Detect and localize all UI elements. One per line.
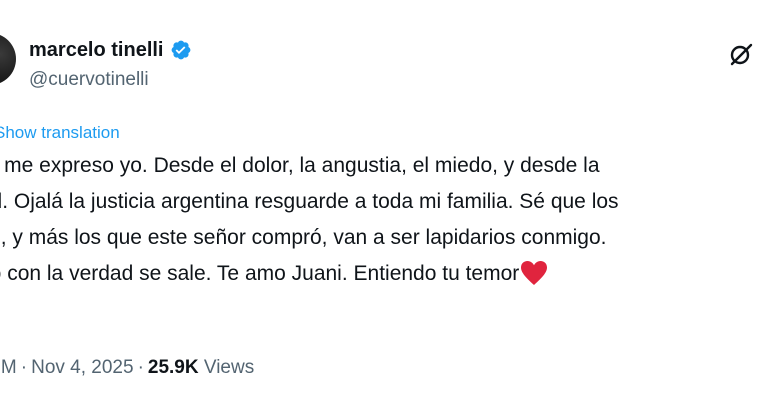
tweet-text-line: medios, y más los que este señor compró,… [0, 226, 607, 249]
grok-icon[interactable] [728, 41, 754, 67]
meta-separator: · [137, 357, 144, 378]
verified-badge-icon[interactable] [170, 39, 192, 61]
views-count: 25.9K [147, 357, 199, 378]
author-name-row: marcelo tinelli [29, 37, 192, 63]
tweet-text: Hoy me expreso yo. Desde el dolor, la an… [0, 152, 768, 302]
tweet-time[interactable]: 7:45 PM [0, 357, 17, 378]
author-display-name[interactable]: marcelo tinelli [29, 37, 164, 63]
tweet-text-line: Pero con la verdad se sale. Te amo Juani… [0, 260, 548, 288]
tweet-meta: 7:45 PM·Nov 4, 2025·25.9K Views [0, 356, 255, 380]
tweet-text-line: Hoy me expreso yo. Desde el dolor, la an… [0, 154, 600, 177]
red-heart-icon [520, 260, 548, 286]
show-translation-link[interactable]: Show translation [0, 122, 120, 144]
meta-separator: · [20, 357, 28, 378]
tweet-text-line: verdad. Ojalá la justicia argentina resg… [0, 190, 619, 213]
tweet-card: marcelo tinelli @cuervotinelli Show tran… [0, 0, 768, 400]
author-handle[interactable]: @cuervotinelli [29, 68, 149, 92]
views-label: Views [203, 357, 255, 378]
avatar[interactable] [0, 33, 16, 85]
tweet-date[interactable]: Nov 4, 2025 [31, 357, 133, 378]
tweet-text-line-content: Pero con la verdad se sale. Te amo Juani… [0, 262, 520, 285]
